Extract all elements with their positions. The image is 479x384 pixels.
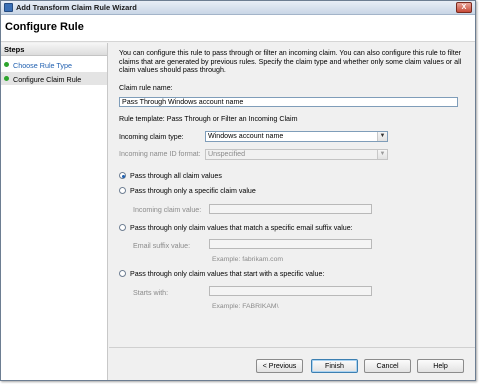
starts-with-label: Starts with: bbox=[133, 289, 169, 297]
incoming-name-id-format-select[interactable]: Unspecified ▼ bbox=[205, 149, 388, 160]
rule-template-text: Rule template: Pass Through or Filter an… bbox=[119, 115, 298, 123]
description-text: You can configure this rule to pass thro… bbox=[119, 49, 462, 75]
close-button[interactable]: X bbox=[456, 2, 472, 13]
claim-rule-name-input[interactable]: Pass Through Windows account name bbox=[119, 97, 458, 107]
incoming-claim-value-label: Incoming claim value: bbox=[133, 206, 202, 214]
radio-pass-starts-with-label[interactable]: Pass through only claim values that star… bbox=[130, 270, 324, 278]
radio-pass-all-label[interactable]: Pass through all claim values bbox=[130, 172, 222, 180]
button-bar: < Previous Finish Cancel Help bbox=[109, 347, 475, 380]
steps-heading: Steps bbox=[1, 43, 107, 56]
step-label: Configure Claim Rule bbox=[13, 75, 82, 84]
main-content: You can configure this rule to pass thro… bbox=[109, 43, 475, 347]
incoming-claim-type-label: Incoming claim type: bbox=[119, 133, 184, 141]
radio-pass-email-suffix[interactable] bbox=[119, 224, 126, 231]
incoming-claim-type-value: Windows account name bbox=[208, 132, 284, 140]
page-header: Configure Rule bbox=[1, 15, 475, 42]
chevron-down-icon[interactable]: ▼ bbox=[377, 132, 387, 141]
email-suffix-label: Email suffix value: bbox=[133, 242, 191, 250]
steps-pane: Steps Choose Rule Type Configure Claim R… bbox=[1, 43, 108, 380]
radio-pass-email-suffix-label[interactable]: Pass through only claim values that matc… bbox=[130, 224, 353, 232]
green-dot-icon bbox=[4, 76, 9, 81]
previous-button[interactable]: < Previous bbox=[256, 359, 303, 373]
claim-rule-name-label: Claim rule name: bbox=[119, 84, 173, 92]
incoming-claim-value-input[interactable] bbox=[209, 204, 372, 214]
step-choose-rule-type[interactable]: Choose Rule Type bbox=[1, 58, 107, 71]
title-bar[interactable]: Add Transform Claim Rule Wizard X bbox=[1, 1, 475, 15]
chevron-down-icon[interactable]: ▼ bbox=[377, 150, 387, 159]
starts-with-example: Example: FABRIKAM\ bbox=[212, 303, 279, 310]
help-button[interactable]: Help bbox=[417, 359, 464, 373]
email-suffix-input[interactable] bbox=[209, 239, 372, 249]
step-configure-claim-rule[interactable]: Configure Claim Rule bbox=[1, 72, 107, 85]
step-label: Choose Rule Type bbox=[13, 61, 73, 70]
green-dot-icon bbox=[4, 62, 9, 67]
radio-pass-specific-label[interactable]: Pass through only a specific claim value bbox=[130, 187, 256, 195]
radio-pass-starts-with[interactable] bbox=[119, 270, 126, 277]
wizard-window: Add Transform Claim Rule Wizard X Config… bbox=[0, 0, 476, 381]
finish-button[interactable]: Finish bbox=[311, 359, 358, 373]
incoming-name-id-format-label: Incoming name ID format: bbox=[119, 150, 201, 158]
radio-pass-specific[interactable] bbox=[119, 187, 126, 194]
incoming-name-id-format-value: Unspecified bbox=[208, 150, 246, 158]
page-title: Configure Rule bbox=[5, 21, 84, 33]
cancel-button[interactable]: Cancel bbox=[364, 359, 411, 373]
starts-with-input[interactable] bbox=[209, 286, 372, 296]
wizard-icon bbox=[4, 3, 13, 12]
radio-pass-all[interactable] bbox=[119, 172, 126, 179]
window-title: Add Transform Claim Rule Wizard bbox=[16, 3, 137, 12]
email-suffix-example: Example: fabrikam.com bbox=[212, 256, 284, 263]
incoming-claim-type-select[interactable]: Windows account name ▼ bbox=[205, 131, 388, 142]
